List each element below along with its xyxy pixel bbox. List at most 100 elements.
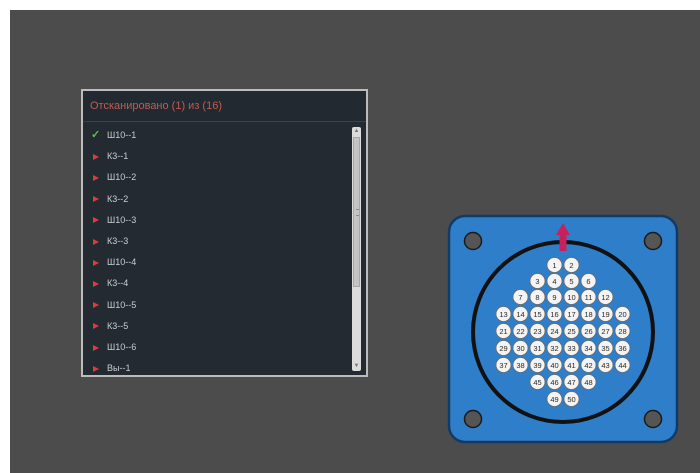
- red-flag-icon: [91, 364, 101, 374]
- pin-number: 2: [569, 261, 573, 270]
- pin-number: 7: [518, 293, 522, 302]
- list-item-label: Ш10--3: [107, 214, 137, 225]
- mounting-hole-icon: [643, 231, 663, 251]
- pin-number: 9: [552, 293, 556, 302]
- pin-number: 10: [567, 293, 575, 302]
- scroll-thumb[interactable]: [353, 137, 360, 287]
- red-flag-icon: [91, 343, 101, 353]
- pin-number: 27: [601, 327, 609, 336]
- scan-list-panel: Отсканировано (1) из (16) Ш10--1К3--1Ш10…: [81, 89, 368, 377]
- list-item-label: К3--4: [107, 278, 129, 289]
- list-item[interactable]: К3--5: [83, 316, 348, 337]
- pin-number: 12: [601, 293, 609, 302]
- pin-number: 17: [567, 310, 575, 319]
- pin-number: 43: [601, 361, 609, 370]
- list-item-label: К3--2: [107, 193, 129, 204]
- list-item[interactable]: Ш10--1: [83, 125, 348, 146]
- pin-number: 39: [533, 361, 541, 370]
- scroll-grip-icon: [356, 209, 359, 216]
- red-flag-icon: [91, 237, 101, 247]
- scroll-up-arrow-icon[interactable]: ▲: [352, 127, 361, 136]
- red-flag-icon: [91, 300, 101, 310]
- red-flag-icon: [91, 279, 101, 289]
- pin-number: 22: [516, 327, 524, 336]
- pin-number: 8: [535, 293, 539, 302]
- pin-number: 1: [552, 261, 556, 270]
- mounting-hole-icon: [463, 409, 483, 429]
- pin-number: 29: [499, 344, 507, 353]
- pin-number: 33: [567, 344, 575, 353]
- list-item[interactable]: Ш10--2: [83, 167, 348, 188]
- list-item-label: Ш10--4: [107, 257, 137, 268]
- pin-number: 28: [618, 327, 626, 336]
- pin-number: 25: [567, 327, 575, 336]
- red-flag-icon: [91, 173, 101, 183]
- mounting-hole-icon: [643, 409, 663, 429]
- pin-number: 23: [533, 327, 541, 336]
- pin-number: 30: [516, 344, 524, 353]
- red-flag-icon: [91, 258, 101, 268]
- pin-number: 46: [550, 378, 558, 387]
- list-scrollbar[interactable]: ▲ ▼: [352, 127, 361, 371]
- red-flag-icon: [91, 321, 101, 331]
- pin-number: 34: [584, 344, 592, 353]
- list-item-label: Ш10--6: [107, 341, 137, 352]
- list-item[interactable]: К3--3: [83, 231, 348, 252]
- red-flag-icon: [91, 215, 101, 225]
- pin-number: 49: [550, 395, 558, 404]
- pin-number: 18: [584, 310, 592, 319]
- pin-number: 36: [618, 344, 626, 353]
- list-item[interactable]: Ш10--6: [83, 337, 348, 358]
- list-item-label: Вы--1: [107, 363, 131, 374]
- list-item[interactable]: К3--2: [83, 189, 348, 210]
- list-item-label: К3--5: [107, 320, 129, 331]
- red-flag-icon: [91, 152, 101, 162]
- pin-number: 38: [516, 361, 524, 370]
- list-item-label: Ш10--5: [107, 299, 137, 310]
- pin-number: 41: [567, 361, 575, 370]
- mounting-hole-icon: [463, 231, 483, 251]
- list-item-label: Ш10--2: [107, 172, 137, 183]
- list-item[interactable]: Ш10--5: [83, 295, 348, 316]
- pin-number: 47: [567, 378, 575, 387]
- list-item[interactable]: К3--4: [83, 273, 348, 294]
- pin-number: 13: [499, 310, 507, 319]
- pin-number: 20: [618, 310, 626, 319]
- connector-pinout-diagram: 1 2 3 4 5 6 7 8 9 10 11 12 13 14 15 16 17 18 19 20 21 22 23 24 2…: [447, 214, 679, 444]
- checkmark-icon: [91, 125, 101, 146]
- pin-number: 21: [499, 327, 507, 336]
- pin-number: 40: [550, 361, 558, 370]
- pin-number: 32: [550, 344, 558, 353]
- list-item[interactable]: Ш10--3: [83, 210, 348, 231]
- pin-number: 24: [550, 327, 558, 336]
- pin-number: 48: [584, 378, 592, 387]
- pin-number: 4: [552, 277, 556, 286]
- list-item[interactable]: Вы--1: [83, 358, 348, 375]
- list-item-label: Ш10--1: [107, 130, 137, 141]
- red-flag-icon: [91, 194, 101, 204]
- pin-number: 42: [584, 361, 592, 370]
- list-item-label: К3--1: [107, 151, 129, 162]
- list-item[interactable]: Ш10--4: [83, 252, 348, 273]
- pin-number: 50: [567, 395, 575, 404]
- pin-number: 31: [533, 344, 541, 353]
- pin-number: 26: [584, 327, 592, 336]
- pin-number: 35: [601, 344, 609, 353]
- list-item[interactable]: К3--1: [83, 146, 348, 167]
- pin-number: 16: [550, 310, 558, 319]
- pin-number: 19: [601, 310, 609, 319]
- pin-number: 11: [585, 293, 593, 302]
- pin-number: 14: [516, 310, 524, 319]
- pin-number: 5: [569, 277, 573, 286]
- pin-number: 45: [533, 378, 541, 387]
- pin-number: 37: [499, 361, 507, 370]
- workspace-background: Отсканировано (1) из (16) Ш10--1К3--1Ш10…: [10, 10, 700, 473]
- connector-list[interactable]: Ш10--1 К3--1 Ш10--2 К3--2 Ш10--3 К3--3 Ш10--4 К…: [83, 125, 348, 375]
- pin-number: 44: [618, 361, 626, 370]
- pin-number: 15: [533, 310, 541, 319]
- pin-number: 3: [535, 277, 539, 286]
- scan-progress-header: Отсканировано (1) из (16): [83, 91, 366, 122]
- scroll-down-arrow-icon[interactable]: ▼: [352, 362, 361, 371]
- pin-number: 6: [586, 277, 590, 286]
- list-item-label: К3--3: [107, 235, 129, 246]
